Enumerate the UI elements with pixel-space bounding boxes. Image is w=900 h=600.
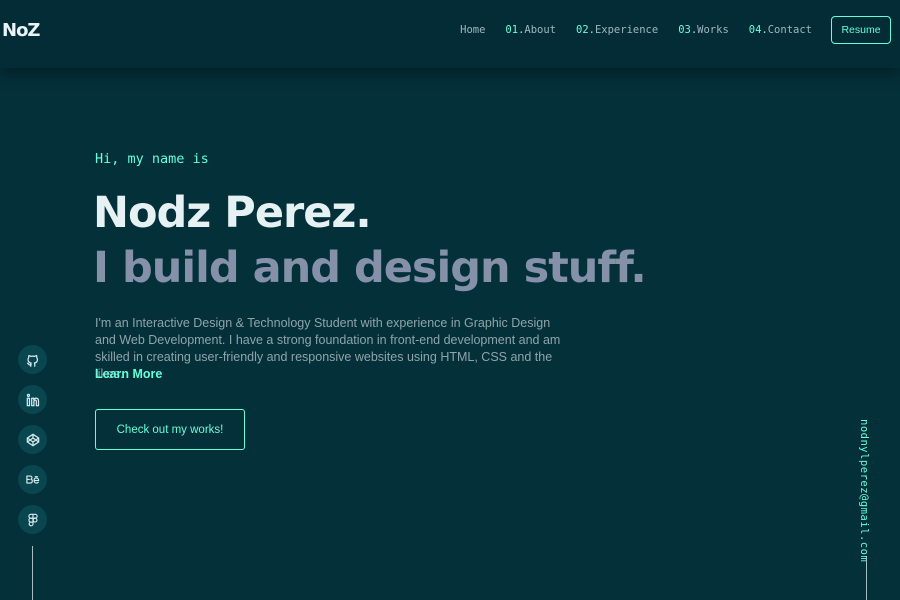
- github-icon: [26, 354, 38, 367]
- nav-link-label: About: [524, 24, 556, 36]
- github-link[interactable]: [18, 345, 47, 374]
- resume-button[interactable]: Resume: [831, 16, 891, 44]
- nav-link-number: 01.: [505, 24, 525, 36]
- nav-link-label: Experience: [594, 24, 659, 36]
- nav-link-works[interactable]: 03.Works: [678, 24, 729, 36]
- codepen-link[interactable]: [18, 425, 47, 454]
- right-divider-line: [866, 557, 867, 600]
- nav-link-number: 04.: [748, 24, 768, 36]
- left-divider-line: [32, 546, 33, 600]
- figma-icon: [27, 513, 38, 526]
- nav-link-label: Works: [697, 24, 729, 36]
- hero-greeting: Hi, my name is: [95, 151, 209, 167]
- social-links: [18, 345, 47, 534]
- codepen-icon: [26, 433, 39, 446]
- nav-link-home[interactable]: Home: [460, 24, 485, 36]
- learn-more-link[interactable]: Learn More: [95, 367, 162, 381]
- hero-bio: I'm an Interactive Design & Technology S…: [95, 316, 561, 381]
- nav-link-experience[interactable]: 02.Experience: [576, 24, 658, 36]
- nav-link-label: Contact: [767, 24, 812, 36]
- figma-link[interactable]: [18, 505, 47, 534]
- nav-link-label: Home: [460, 24, 486, 36]
- behance-icon: [25, 474, 39, 484]
- nav-link-number: 02.: [576, 24, 595, 36]
- check-works-button[interactable]: Check out my works!: [95, 409, 245, 450]
- hero-name: Nodz Perez.: [93, 188, 372, 238]
- nav-link-number: 03.: [678, 24, 698, 36]
- behance-link[interactable]: [18, 465, 47, 494]
- hero-tagline: I build and design stuff.: [93, 243, 647, 293]
- navbar: NoZ Home 01.About 02.Experience 03.Works…: [0, 0, 900, 68]
- linkedin-link[interactable]: [18, 385, 47, 414]
- linkedin-icon: [26, 393, 39, 406]
- nav-link-contact[interactable]: 04.Contact: [749, 24, 812, 36]
- nav-links: Home 01.About 02.Experience 03.Works 04.…: [460, 24, 812, 36]
- site-logo[interactable]: NoZ: [2, 20, 40, 41]
- email-link[interactable]: nodnylperez@gmail.com: [858, 419, 870, 562]
- nav-link-about[interactable]: 01.About: [505, 24, 556, 36]
